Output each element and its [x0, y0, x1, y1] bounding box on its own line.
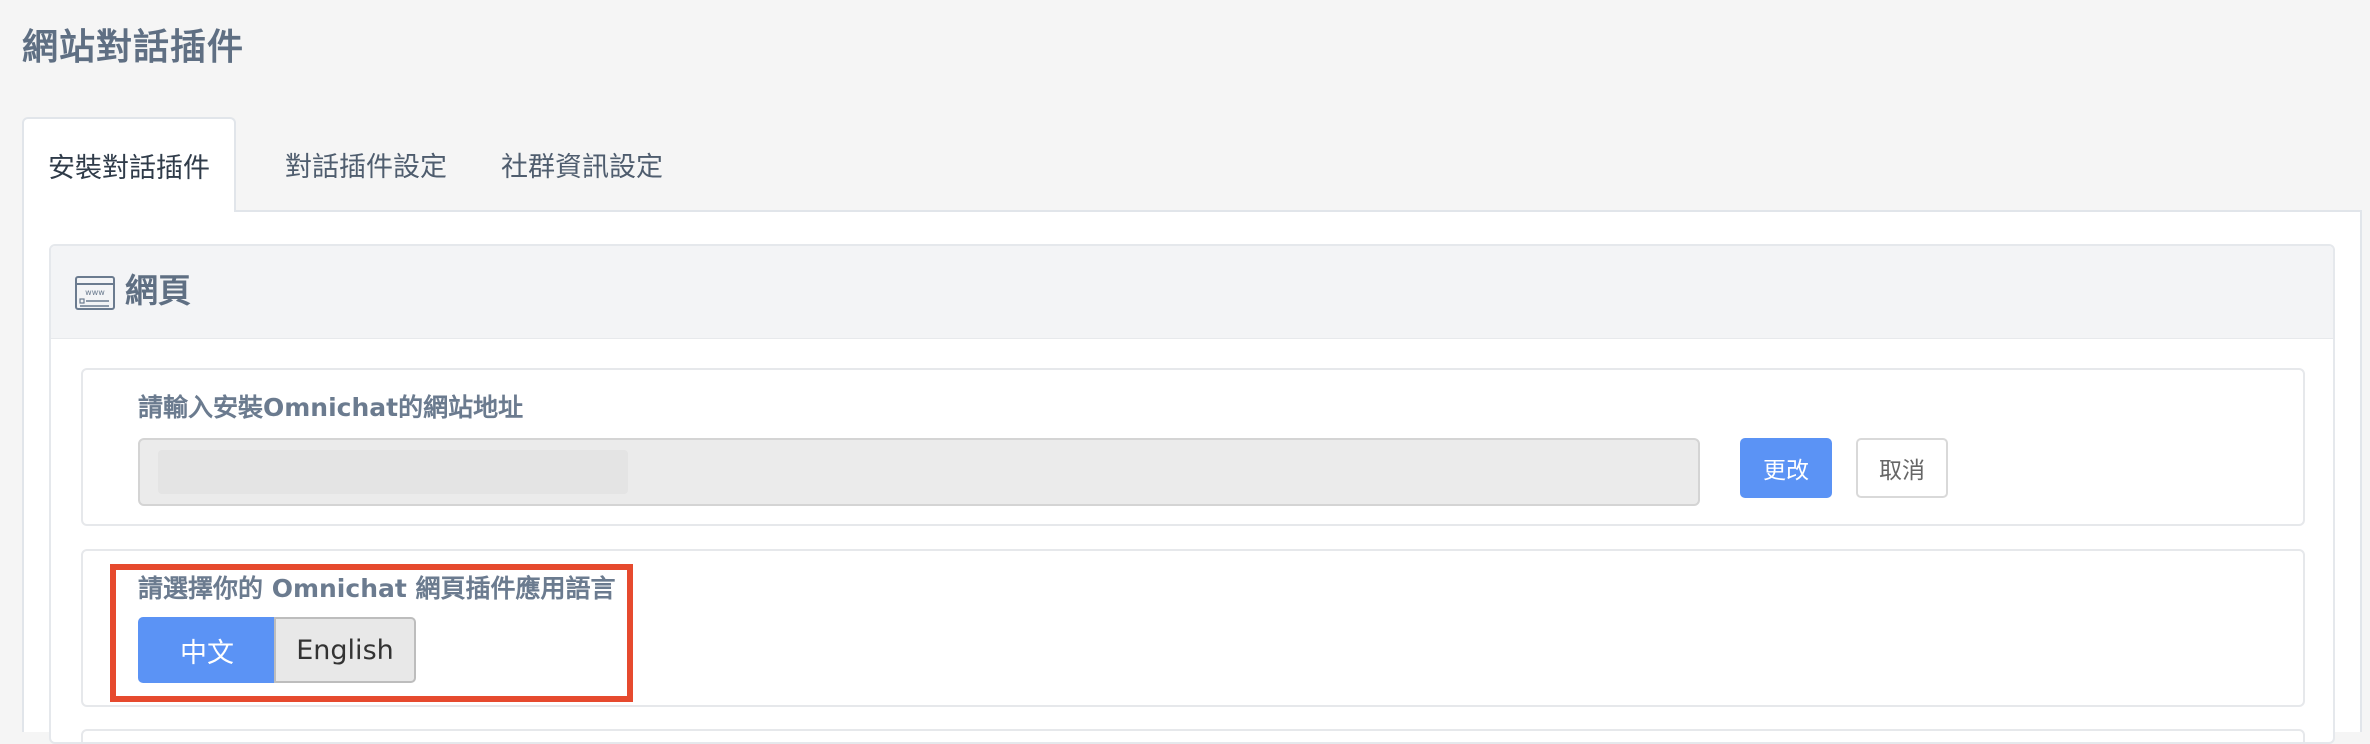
- language-english-button[interactable]: English: [274, 617, 416, 683]
- tab-widget-settings[interactable]: 對話插件設定: [266, 117, 466, 212]
- tab-install-widget[interactable]: 安裝對話插件: [22, 117, 236, 212]
- language-field-label: 請選擇你的 Omnichat 網頁插件應用語言: [138, 574, 616, 603]
- language-setting-box: 請選擇你的 Omnichat 網頁插件應用語言 中文 English: [81, 549, 2305, 707]
- tab-bar: 安裝對話插件 對話插件設定 社群資訊設定: [22, 117, 2362, 212]
- cancel-url-button[interactable]: 取消: [1856, 438, 1948, 498]
- page-title: 網站對話插件: [22, 27, 245, 68]
- web-section-card: www 網頁 請輸入安裝Omnichat的網站地址 更改 取消 請選擇你的 Om…: [49, 244, 2335, 744]
- section-title: 網頁: [125, 271, 191, 310]
- svg-text:www: www: [85, 288, 105, 297]
- url-field-label: 請輸入安裝Omnichat的網站地址: [138, 393, 524, 422]
- tab-content-panel: www 網頁 請輸入安裝Omnichat的網站地址 更改 取消 請選擇你的 Om…: [22, 210, 2362, 744]
- web-page-icon: www: [75, 276, 115, 310]
- url-setting-box: 請輸入安裝Omnichat的網站地址 更改 取消: [81, 368, 2305, 526]
- redacted-url-value: [158, 450, 628, 494]
- save-url-button[interactable]: 更改: [1740, 438, 1832, 498]
- next-setting-box: [81, 729, 2305, 742]
- language-toggle-group: 中文 English: [138, 617, 418, 683]
- language-chinese-button[interactable]: 中文: [138, 617, 276, 683]
- section-header: www 網頁: [51, 246, 2333, 339]
- tab-social-settings[interactable]: 社群資訊設定: [482, 117, 682, 212]
